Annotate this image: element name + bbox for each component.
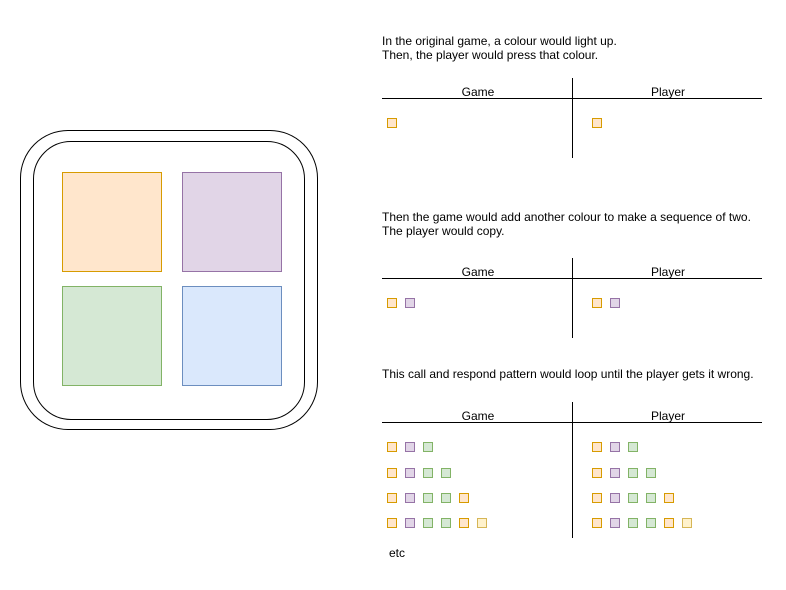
game-sequence-square-orange <box>387 298 397 308</box>
game-sequence-square-orange <box>387 118 397 128</box>
section-2-game-heading: Game <box>461 265 495 279</box>
player-sequence-square-orange <box>592 298 602 308</box>
section-1-caption: In the original game, a colour would lig… <box>382 34 617 62</box>
game-sequence-square-green <box>423 442 433 452</box>
player-sequence-square-orange <box>592 493 602 503</box>
section-1-game-heading: Game <box>461 85 495 99</box>
player-sequence-square-purple <box>610 298 620 308</box>
game-sequence-square-purple <box>405 468 415 478</box>
player-sequence-square-orange <box>664 518 674 528</box>
pad-bottom-right[interactable] <box>182 286 282 386</box>
game-sequence-square-orange <box>387 468 397 478</box>
section-3-player-heading: Player <box>650 409 685 423</box>
player-sequence-square-green <box>628 493 638 503</box>
game-sequence-square-orange <box>387 442 397 452</box>
game-sequence-square-purple <box>405 442 415 452</box>
section-1-player-heading: Player <box>650 85 685 99</box>
section-3-column-separator <box>572 402 573 538</box>
player-sequence-square-green <box>646 518 656 528</box>
player-sequence-square-orange <box>592 118 602 128</box>
pad-top-right[interactable] <box>182 172 282 272</box>
player-sequence-square-green <box>646 493 656 503</box>
section-2-caption: Then the game would add another colour t… <box>382 210 751 238</box>
game-sequence-square-green <box>441 468 451 478</box>
game-sequence-square-green <box>423 493 433 503</box>
section-3-game-heading: Game <box>461 409 495 423</box>
section-2-column-separator <box>572 258 573 338</box>
player-sequence-square-purple <box>610 493 620 503</box>
player-sequence-square-yellow <box>682 518 692 528</box>
game-sequence-square-yellow <box>477 518 487 528</box>
game-sequence-square-orange <box>459 518 469 528</box>
player-sequence-square-orange <box>592 518 602 528</box>
pad-top-left[interactable] <box>62 172 162 272</box>
player-sequence-square-orange <box>592 442 602 452</box>
section-2-player-heading: Player <box>650 265 685 279</box>
player-sequence-square-green <box>628 442 638 452</box>
player-sequence-square-purple <box>610 468 620 478</box>
etc-label: etc <box>389 546 406 560</box>
section-1-column-separator <box>572 78 573 158</box>
player-sequence-square-purple <box>610 442 620 452</box>
player-sequence-square-green <box>646 468 656 478</box>
section-3-caption: This call and respond pattern would loop… <box>382 367 754 381</box>
game-sequence-square-green <box>423 468 433 478</box>
player-sequence-square-green <box>628 518 638 528</box>
game-sequence-square-orange <box>387 493 397 503</box>
game-sequence-square-green <box>441 518 451 528</box>
game-sequence-square-orange <box>387 518 397 528</box>
game-sequence-square-purple <box>405 493 415 503</box>
game-sequence-square-purple <box>405 298 415 308</box>
game-sequence-square-green <box>423 518 433 528</box>
player-sequence-square-purple <box>610 518 620 528</box>
game-sequence-square-green <box>441 493 451 503</box>
game-sequence-square-orange <box>459 493 469 503</box>
game-sequence-square-purple <box>405 518 415 528</box>
player-sequence-square-orange <box>592 468 602 478</box>
player-sequence-square-orange <box>664 493 674 503</box>
pad-bottom-left[interactable] <box>62 286 162 386</box>
player-sequence-square-green <box>628 468 638 478</box>
